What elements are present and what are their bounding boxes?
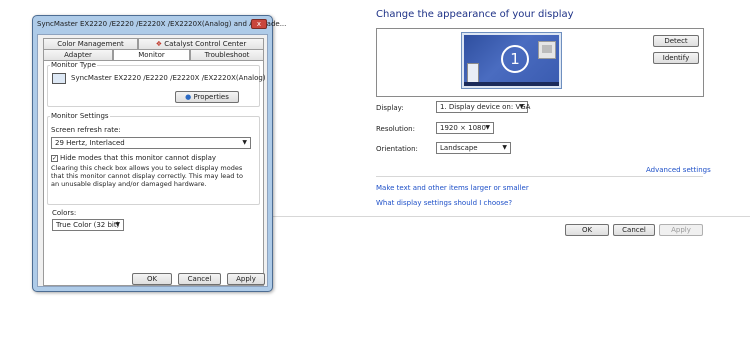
- display-help-link[interactable]: What display settings should I choose?: [376, 199, 512, 207]
- refresh-rate-dropdown[interactable]: 29 Hertz, Interlaced ▼: [51, 137, 251, 149]
- group-label: Monitor Type: [50, 61, 97, 69]
- hide-modes-description: Clearing this check box allows you to se…: [51, 164, 243, 188]
- chevron-down-icon: ▼: [502, 144, 507, 151]
- monitor-name: SyncMaster EX2220 /E2220 /E2220X /EX2220…: [71, 74, 266, 82]
- orientation-dropdown[interactable]: Landscape ▼: [436, 142, 511, 154]
- tab-troubleshoot[interactable]: Troubleshoot: [190, 49, 264, 60]
- properties-button[interactable]: ● Properties: [175, 91, 239, 103]
- divider: [376, 176, 703, 177]
- resolution-dropdown[interactable]: 1920 × 1080 ▼: [436, 122, 494, 134]
- hide-modes-label: Hide modes that this monitor cannot disp…: [60, 154, 217, 162]
- text-size-link[interactable]: Make text and other items larger or smal…: [376, 184, 529, 192]
- taskbar-thumbnail: [464, 82, 559, 86]
- properties-label: Properties: [193, 93, 229, 101]
- apply-button[interactable]: Apply: [659, 224, 703, 236]
- monitor-icon: [52, 73, 66, 84]
- tab-catalyst-control-center[interactable]: ❖ Catalyst Control Center: [138, 38, 264, 49]
- display-dropdown[interactable]: 1. Display device on: VGA ▼: [436, 101, 531, 113]
- display-value: 1. Display device on: VGA: [440, 103, 531, 111]
- tab-color-management[interactable]: Color Management: [43, 38, 138, 49]
- advanced-settings-link[interactable]: Advanced settings: [646, 166, 711, 174]
- dialog-cancel-button[interactable]: Cancel: [178, 273, 221, 285]
- cancel-button[interactable]: Cancel: [613, 224, 655, 236]
- monitor-type-group: Monitor Type SyncMaster EX2220 /E2220 /E…: [47, 61, 266, 107]
- dialog-apply-button[interactable]: Apply: [227, 273, 265, 285]
- colors-value: True Color (32 bit): [56, 221, 120, 229]
- identify-button[interactable]: Identify: [653, 52, 699, 64]
- hide-modes-checkbox[interactable]: ✓: [51, 155, 58, 162]
- refresh-rate-value: 29 Hertz, Interlaced: [55, 139, 125, 147]
- group-label: Monitor Settings: [50, 112, 110, 120]
- detect-button[interactable]: Detect: [653, 35, 699, 47]
- resolution-label: Resolution:: [376, 125, 415, 133]
- close-icon[interactable]: x: [251, 19, 267, 29]
- resolution-value: 1920 × 1080: [440, 124, 486, 132]
- dialog-body: Color Management ❖ Catalyst Control Cent…: [37, 34, 268, 287]
- orientation-label: Orientation:: [376, 145, 418, 153]
- footer-divider: [273, 216, 750, 217]
- monitor-properties-dialog: SyncMaster EX2220 /E2220 /E2220X /EX2220…: [32, 15, 286, 292]
- tab-catalyst-label: Catalyst Control Center: [164, 40, 247, 48]
- dialog-ok-button[interactable]: OK: [132, 273, 172, 285]
- chevron-down-icon: ▼: [115, 221, 120, 228]
- orientation-value: Landscape: [440, 144, 478, 152]
- monitor-preview-area: 1 Detect Identify: [376, 28, 704, 97]
- monitor-1-thumbnail[interactable]: 1: [461, 32, 562, 89]
- chevron-down-icon: ▼: [519, 103, 524, 110]
- ok-button[interactable]: OK: [565, 224, 609, 236]
- monitor-settings-group: Monitor Settings Screen refresh rate: 29…: [47, 112, 260, 205]
- colors-dropdown[interactable]: True Color (32 bit) ▼: [52, 219, 124, 231]
- catalyst-icon: ❖: [155, 40, 163, 48]
- tab-adapter[interactable]: Adapter: [43, 49, 113, 60]
- dialog-title: SyncMaster EX2220 /E2220 /E2220X /EX2220…: [37, 20, 287, 28]
- chevron-down-icon: ▼: [242, 139, 247, 146]
- monitor-screen: 1: [464, 35, 559, 86]
- colors-label: Colors:: [52, 209, 77, 217]
- window-thumbnail-icon: [538, 41, 556, 59]
- monitor-tab-panel: Monitor Type SyncMaster EX2220 /E2220 /E…: [43, 60, 266, 286]
- page-title: Change the appearance of your display: [376, 9, 574, 20]
- chevron-down-icon: ▼: [485, 124, 490, 131]
- shield-icon: ●: [185, 93, 192, 101]
- display-label: Display:: [376, 104, 404, 112]
- monitor-number-badge: 1: [501, 45, 529, 73]
- refresh-rate-label: Screen refresh rate:: [51, 126, 121, 134]
